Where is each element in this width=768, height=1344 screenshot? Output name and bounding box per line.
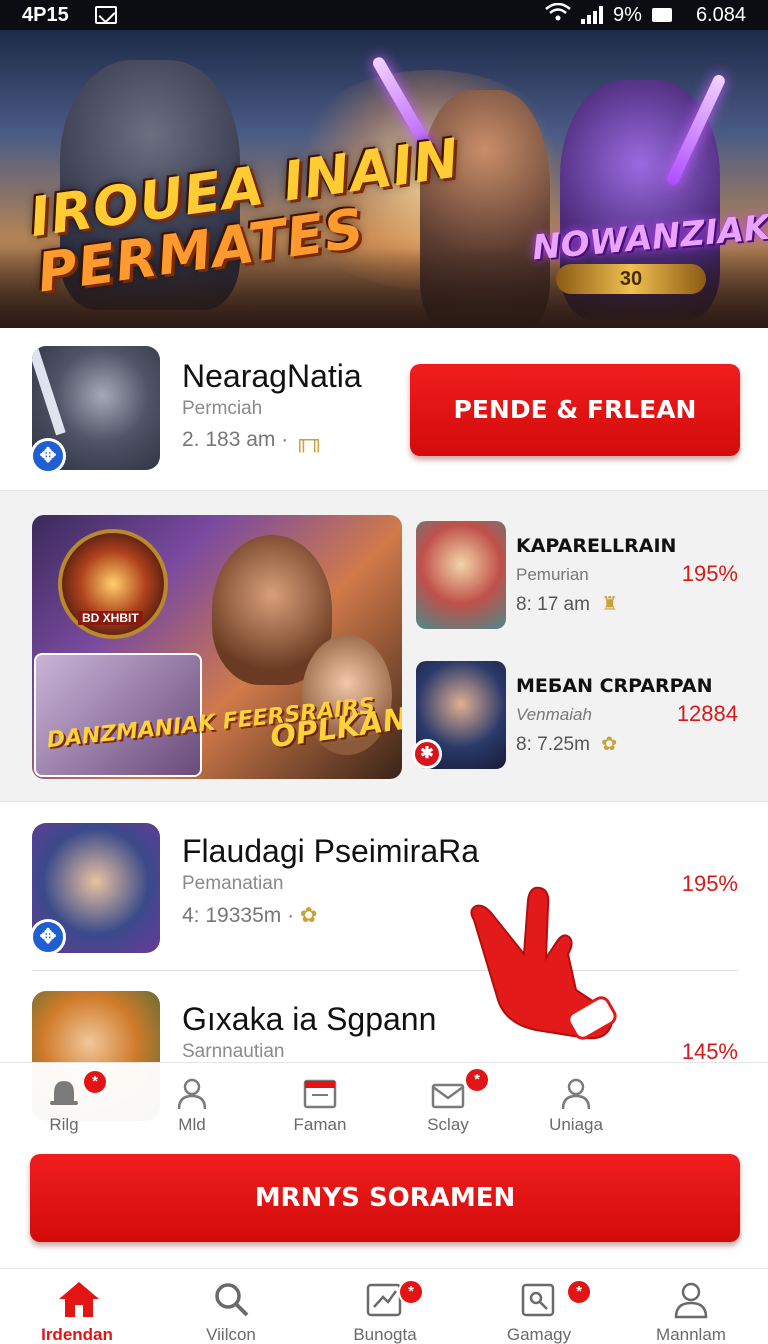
tab-uniaga[interactable]: Uniaga (512, 1063, 640, 1141)
nav-bunogta[interactable]: * Bunogta (308, 1269, 462, 1344)
featured-action-button[interactable]: PENDE & FRLEAN (410, 364, 740, 456)
wifi-icon (545, 2, 571, 27)
nav-gamagy[interactable]: * Gamagy (462, 1269, 616, 1344)
bell-icon (46, 1075, 82, 1111)
battery-icon (651, 8, 672, 22)
battery-percent: 9% (613, 3, 642, 26)
grid-list-item[interactable]: ✱ MEБAN CRPARPAN Venmaiah 8: 7.25m ✿ 128… (412, 661, 738, 771)
featured-subtitle: Permciah (182, 398, 263, 419)
tab-badge: * (82, 1069, 108, 1095)
grid-list-item[interactable]: KAPARELLRAIN Pemurian 8: 17 am ♜ 195% (416, 521, 738, 631)
featured-name: NearagNatia (182, 358, 362, 394)
featured-item[interactable]: ✥ NearagNatia Permciah 2. 183 am · ╓╖ PE… (0, 328, 768, 490)
tab-badge: * (464, 1067, 490, 1093)
nav-label: Viilcon (206, 1325, 256, 1344)
big-promo-card[interactable]: BD XHBIT DANZMANIAK FEERSRAIRS OPLKAN (32, 515, 402, 779)
game-list: ✥ Flaudagi PseimiraRa Pemanatian 4: 1933… (0, 803, 768, 1121)
secondary-tab-bar: * Rilg Mld Faman * Sclay Uniaga (0, 1062, 768, 1140)
item-percent: 12884 (676, 701, 738, 726)
item-percent: 195% (681, 561, 738, 586)
item-subtitle: Pemurian (516, 565, 589, 584)
main-cta-button[interactable]: MRNYS SORAMEN (30, 1154, 740, 1242)
tab-sclay[interactable]: * Sclay (384, 1063, 512, 1141)
tab-label: Rilg (49, 1115, 79, 1134)
category-badge-icon: ✥ (30, 919, 66, 955)
banner-coin: 30 (556, 264, 706, 294)
profile-icon (671, 1279, 711, 1319)
profile-icon (558, 1075, 594, 1111)
gold-trophy-icon: ♜ (601, 594, 619, 615)
status-bar: 4P15 9% 6.084 (0, 0, 768, 30)
nav-badge: * (566, 1279, 592, 1305)
list-item-name: Gıxaka ia Sgpann (182, 1001, 437, 1037)
nav-label: Gamagy (506, 1325, 572, 1344)
nav-search[interactable]: Viilcon (154, 1269, 308, 1344)
tab-rilg[interactable]: * Rilg (0, 1063, 128, 1141)
gold-coin-icon: ✿ (601, 734, 618, 755)
status-time: 4P15 (22, 3, 69, 26)
promo-shield-text: BD XHBIT (78, 611, 143, 625)
item-title: MEБAN CRPARPAN (516, 675, 713, 697)
tab-faman[interactable]: Faman (256, 1063, 384, 1141)
item-meta: 8: 7.25m ✿ (516, 733, 617, 756)
tab-mld[interactable]: Mld (128, 1063, 256, 1141)
list-item-meta-text: 4: 19335m · (182, 904, 295, 927)
status-indicators: 9% 6.084 (545, 2, 746, 27)
item-meta: 8: 17 am ♜ (516, 593, 618, 616)
list-item-name: Flaudagi PseimiraRa (182, 833, 480, 869)
item-meta-text: 8: 7.25m (516, 734, 590, 755)
nav-label: Bunogta (353, 1325, 417, 1344)
calendar-icon (302, 1075, 338, 1111)
item-subtitle: Venmaiah (516, 705, 592, 724)
status-right-text: 6.084 (695, 3, 746, 26)
list-item-meta: 4: 19335m · ✿ (182, 903, 318, 928)
featured-meta: 2. 183 am · ╓╖ (182, 428, 324, 452)
item-title: KAPARELLRAIN (516, 535, 677, 557)
hero-banner[interactable]: IROUEA INAIN PERMATES NOWANZIAK 30 (0, 30, 768, 328)
item-thumbnail (416, 521, 506, 629)
tab-label: Sclay (427, 1115, 469, 1134)
gold-gate-icon: ╓╖ (294, 428, 324, 451)
tab-label: Faman (293, 1115, 347, 1134)
signal-icon (581, 6, 604, 24)
nav-home[interactable]: Irdendan (0, 1269, 154, 1344)
gold-coin-icon: ✿ (299, 904, 318, 927)
tab-label: Mld (178, 1115, 206, 1134)
hot-badge-icon: ✱ (412, 739, 442, 769)
tag-icon (519, 1279, 559, 1319)
mail-notification-icon (94, 6, 117, 24)
home-icon (57, 1279, 99, 1319)
list-item-percent: 195% (681, 871, 738, 896)
nav-mannlam[interactable]: Mannlam (614, 1269, 768, 1344)
list-item-subtitle: Sarnnautian (182, 1041, 285, 1062)
search-icon (211, 1279, 251, 1319)
category-badge-icon: ✥ (30, 438, 66, 474)
featured-meta-text: 2. 183 am · (182, 428, 289, 451)
list-item-subtitle: Pemanatian (182, 873, 284, 894)
bottom-navigation: Irdendan Viilcon * Bunogta * Gamagy Mann… (0, 1268, 768, 1344)
nav-badge: * (398, 1279, 424, 1305)
item-meta-text: 8: 17 am (516, 594, 590, 615)
nav-label: Mannlam (656, 1325, 726, 1344)
list-divider (32, 970, 738, 971)
tab-label: Uniaga (549, 1115, 603, 1134)
user-icon (174, 1075, 210, 1111)
mail-icon (430, 1075, 466, 1111)
list-item[interactable]: ✥ Flaudagi PseimiraRa Pemanatian 4: 1933… (0, 821, 768, 981)
featured-grid: BD XHBIT DANZMANIAK FEERSRAIRS OPLKAN KA… (0, 490, 768, 802)
nav-label: Irdendan (41, 1325, 113, 1344)
